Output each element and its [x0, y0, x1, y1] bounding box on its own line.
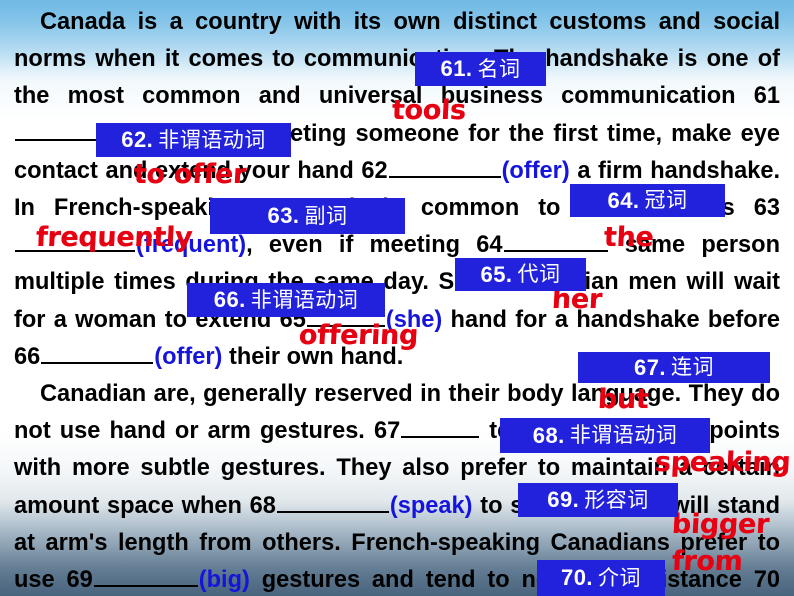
label-chip-70[interactable]: 70. 介词: [537, 560, 665, 596]
label-number: 66.: [213, 287, 246, 312]
label-category: 非谓语动词: [158, 127, 266, 152]
blank-line-62: [388, 154, 501, 178]
label-category: 介词: [598, 565, 642, 590]
answer-67: but: [597, 384, 650, 415]
label-number: 68.: [532, 422, 565, 448]
answer-64: the: [603, 222, 655, 253]
blank-line-66: [41, 340, 154, 364]
label-chip-68[interactable]: 68. 非谓语动词: [500, 418, 710, 453]
cue-word-offer-1: (offer): [501, 157, 570, 184]
label-number: 70.: [560, 565, 594, 590]
label-chip-63[interactable]: 63. 副词: [210, 198, 405, 234]
label-number: 65.: [480, 261, 513, 287]
answer-61: tools: [391, 95, 467, 126]
label-category: 非谓语动词: [569, 423, 678, 447]
passage-segment: , even if meeting 64: [246, 232, 503, 259]
label-number: 61.: [440, 56, 473, 81]
label-chip-64[interactable]: 64. 冠词: [570, 184, 725, 217]
answer-70: from: [671, 546, 744, 577]
cue-word-big: (big): [198, 567, 250, 594]
label-chip-66[interactable]: 66. 非谓语动词: [187, 283, 385, 317]
label-chip-69[interactable]: 69. 形容词: [518, 483, 678, 517]
label-chip-61[interactable]: 61. 名词: [415, 52, 546, 86]
label-category: 冠词: [644, 188, 688, 212]
label-number: 64.: [607, 187, 640, 213]
blank-line-61: [15, 117, 107, 141]
blank-line-67: [401, 414, 480, 439]
blank-line-68: [276, 489, 389, 513]
answer-68: speaking: [654, 447, 792, 478]
label-number: 63.: [267, 203, 300, 228]
blank-line-64: [503, 228, 608, 253]
label-chip-62[interactable]: 62. 非谓语动词: [96, 123, 291, 157]
label-number: 69.: [547, 487, 580, 512]
answer-66: offering: [298, 320, 419, 351]
label-category: 代词: [517, 262, 561, 286]
label-number: 62.: [121, 127, 154, 152]
label-category: 名词: [477, 56, 521, 81]
label-category: 连词: [671, 355, 715, 379]
cue-word-offer-2: (offer): [154, 343, 223, 370]
slide-canvas: Canada is a country with its own distinc…: [0, 0, 794, 596]
answer-63: frequently: [35, 222, 194, 253]
label-category: 形容词: [584, 487, 649, 512]
label-chip-65[interactable]: 65. 代词: [455, 258, 586, 291]
label-chip-67[interactable]: 67. 连词: [578, 352, 770, 383]
cue-word-speak: (speak): [389, 492, 473, 519]
label-category: 副词: [304, 203, 348, 228]
label-category: 非谓语动词: [250, 287, 359, 312]
answer-62: to offer: [133, 159, 247, 190]
blank-line-69: [93, 563, 198, 588]
answer-69: bigger: [671, 509, 770, 540]
label-number: 67.: [633, 354, 667, 380]
